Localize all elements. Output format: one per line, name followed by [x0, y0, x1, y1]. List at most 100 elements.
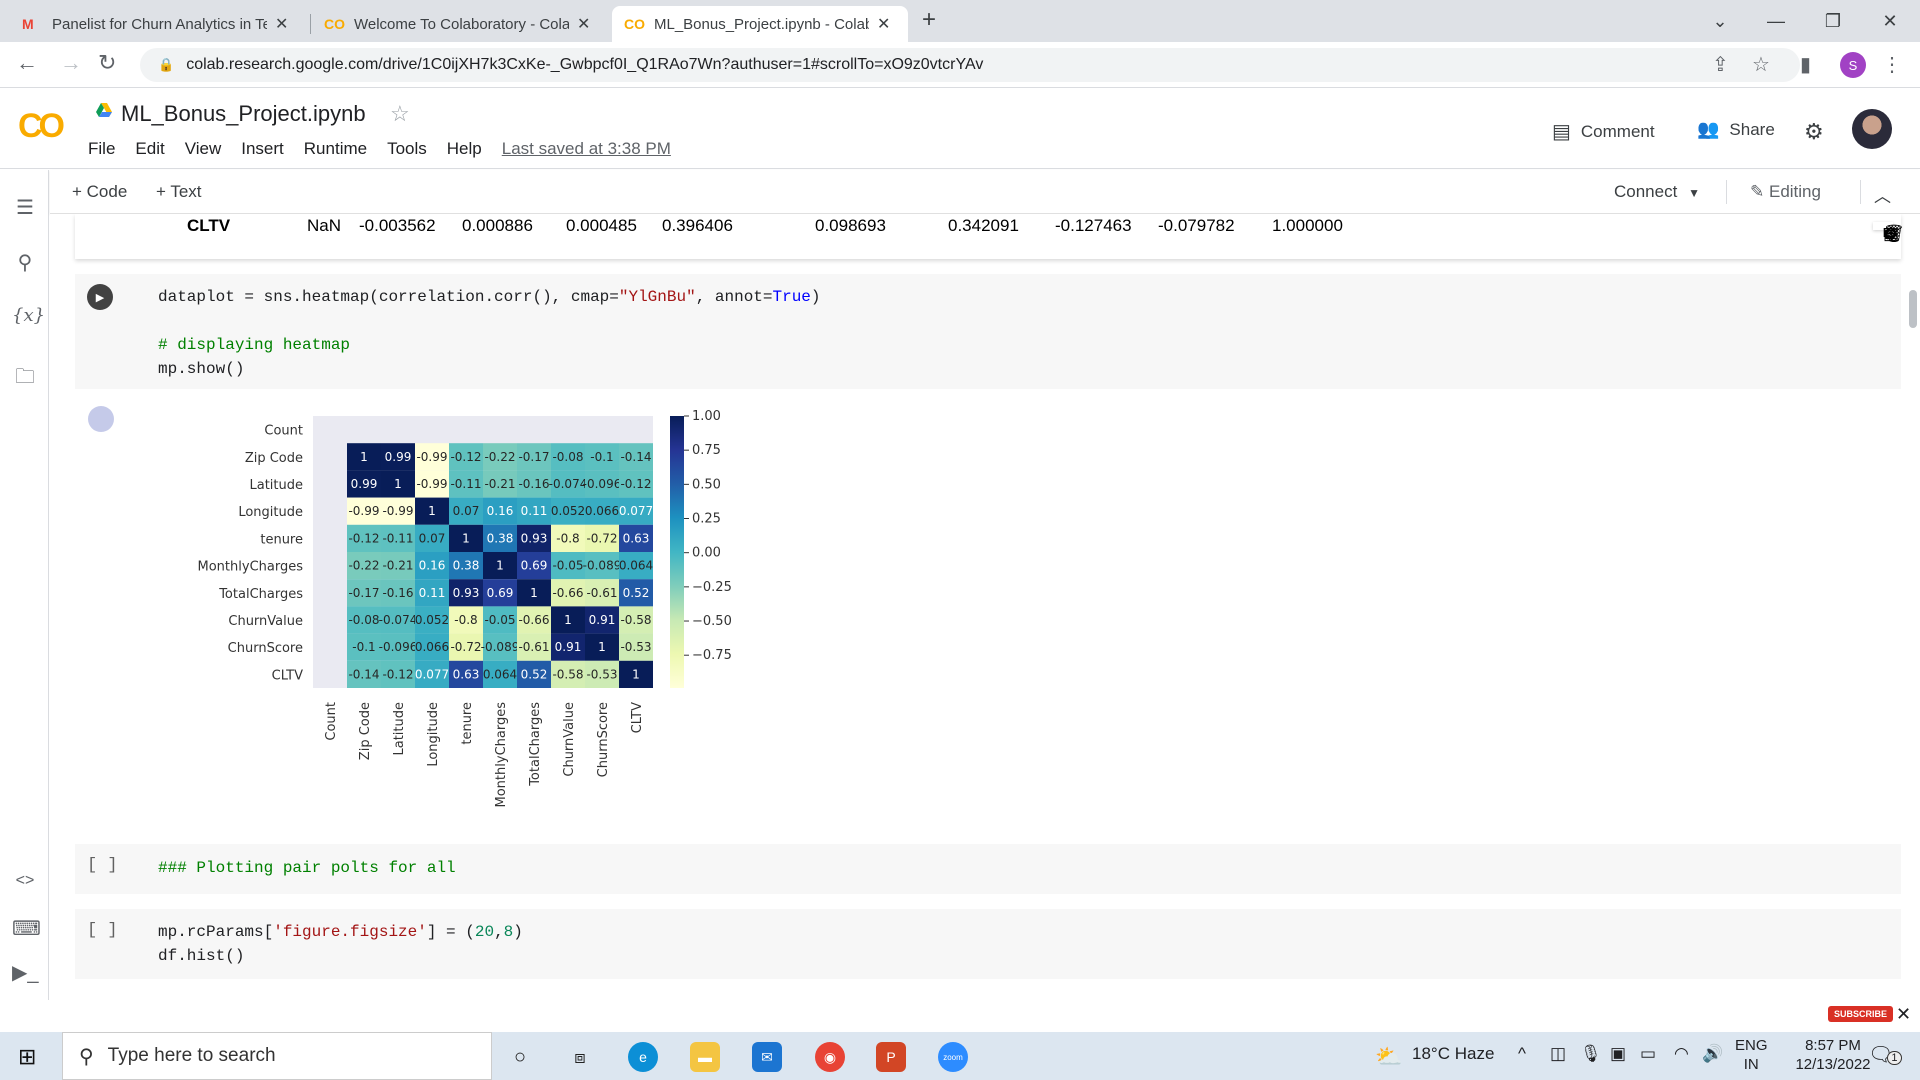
- browser-menu-icon[interactable]: ⋮: [1882, 52, 1902, 77]
- add-code-button[interactable]: + Code: [72, 182, 127, 202]
- more-options-icon[interactable]: ⋮: [1883, 224, 1900, 244]
- code-editor[interactable]: dataplot = sns.heatmap(correlation.corr(…: [158, 285, 821, 381]
- tab-gmail[interactable]: M Panelist for Churn Analytics in Te ✕: [10, 6, 300, 42]
- add-text-button[interactable]: + Text: [156, 182, 202, 202]
- code-editor[interactable]: mp.rcParams['figure.figsize'] = (20,8) d…: [158, 920, 523, 968]
- cortana-icon[interactable]: ○: [505, 1042, 535, 1072]
- search-icon[interactable]: ⚲: [12, 250, 38, 275]
- menu-tools[interactable]: Tools: [387, 139, 427, 159]
- tab-ml-bonus-project[interactable]: CO ML_Bonus_Project.ipynb - Colab ✕: [612, 6, 908, 42]
- reload-button[interactable]: ↻: [98, 50, 116, 76]
- table-of-contents-icon[interactable]: ☰: [12, 195, 38, 220]
- scrollbar-thumb[interactable]: [1909, 290, 1917, 328]
- heatmap-annotation: 1: [394, 477, 402, 491]
- back-button[interactable]: ←: [16, 50, 38, 76]
- close-tab-icon[interactable]: ✕: [275, 14, 288, 34]
- share-page-icon[interactable]: ⇪: [1712, 52, 1729, 77]
- restore-button[interactable]: ❐: [1803, 0, 1863, 42]
- side-panel-icon[interactable]: ▮: [1800, 52, 1811, 77]
- output-actions-icon[interactable]: [88, 406, 114, 432]
- menu-file[interactable]: File: [88, 139, 115, 159]
- close-tab-icon[interactable]: ✕: [877, 14, 890, 34]
- last-saved-link[interactable]: Last saved at 3:38 PM: [502, 139, 671, 159]
- command-palette-icon[interactable]: ⌨: [12, 916, 41, 941]
- code-editor[interactable]: ### Plotting pair polts for all: [158, 856, 456, 880]
- microphone-icon[interactable]: 🎙: [1580, 1044, 1602, 1064]
- clock[interactable]: 8:57 PM 12/13/2022: [1788, 1036, 1878, 1074]
- settings-gear-icon[interactable]: ⚙: [1804, 119, 1824, 145]
- taskbar-search-input[interactable]: ⚲ Type here to search: [62, 1032, 492, 1080]
- input-language[interactable]: ENG IN: [1735, 1036, 1768, 1074]
- code-snippets-icon[interactable]: <>: [12, 872, 38, 890]
- edge-browser-icon[interactable]: e: [628, 1042, 658, 1072]
- heatmap-annotation: 0.52: [521, 667, 548, 681]
- minimize-button[interactable]: —: [1746, 0, 1806, 42]
- y-tick-label: CLTV: [272, 668, 303, 683]
- chevron-down-icon: ⌄: [1712, 10, 1728, 31]
- close-overlay-icon[interactable]: ✕: [1896, 1004, 1911, 1025]
- connect-button[interactable]: Connect ▼: [1614, 182, 1700, 202]
- heatmap-annotation: 0.69: [487, 586, 514, 600]
- subscribe-badge[interactable]: SUBSCRIBE: [1828, 1006, 1894, 1022]
- menu-insert[interactable]: Insert: [241, 139, 284, 159]
- volume-icon[interactable]: 🔊: [1702, 1044, 1723, 1064]
- url-input[interactable]: 🔒 colab.research.google.com/drive/1C0ijX…: [140, 48, 1800, 82]
- weather-text[interactable]: 18°C Haze: [1412, 1044, 1494, 1064]
- close-tab-icon[interactable]: ✕: [577, 14, 590, 34]
- menu-runtime[interactable]: Runtime: [304, 139, 367, 159]
- colorbar: [670, 416, 684, 688]
- wifi-icon[interactable]: ◠: [1674, 1044, 1689, 1064]
- menu-edit[interactable]: Edit: [135, 139, 164, 159]
- user-avatar[interactable]: [1852, 109, 1892, 149]
- battery-icon[interactable]: ▭: [1640, 1044, 1656, 1064]
- chrome-icon[interactable]: ◉: [815, 1042, 845, 1072]
- code-cell-pairplot-comment[interactable]: [ ] ### Plotting pair polts for all: [75, 844, 1901, 894]
- cell-value: -0.003562: [359, 216, 436, 235]
- address-bar-row: ← → ↻ 🔒 colab.research.google.com/drive/…: [0, 42, 1920, 88]
- colab-logo[interactable]: CO: [18, 107, 65, 146]
- notebook-title[interactable]: ML_Bonus_Project.ipynb: [121, 101, 366, 127]
- windows-start-icon[interactable]: ⊞: [18, 1044, 36, 1070]
- folder-icon[interactable]: 🗀: [12, 362, 38, 396]
- cell-toolbar: ↑ ↓ ⊖ ▤ ⚙ ⧉ 🗑 ⋮: [1873, 222, 1905, 243]
- comment-button[interactable]: ▤ Comment: [1552, 119, 1655, 144]
- camera-icon[interactable]: ◫: [1550, 1044, 1566, 1064]
- new-tab-button[interactable]: +: [922, 6, 936, 34]
- x-tick-label: ChurnScore: [596, 702, 611, 777]
- cell-execution-bracket[interactable]: [ ]: [87, 921, 118, 940]
- code-cell-heatmap[interactable]: ▶ dataplot = sns.heatmap(correlation.cor…: [75, 274, 1901, 389]
- file-explorer-icon[interactable]: ▬: [690, 1042, 720, 1072]
- mail-icon[interactable]: ✉: [752, 1042, 782, 1072]
- notification-center-icon[interactable]: 🗨1: [1868, 1042, 1902, 1067]
- menu-help[interactable]: Help: [447, 139, 482, 159]
- close-window-button[interactable]: ✕: [1860, 0, 1920, 42]
- zoom-app-icon[interactable]: zoom: [938, 1042, 968, 1072]
- code-cell-hist[interactable]: [ ] mp.rcParams['figure.figsize'] = (20,…: [75, 909, 1901, 979]
- lock-icon: 🔒: [158, 57, 175, 72]
- heatmap-annotation: 0.11: [419, 586, 446, 600]
- display-icon[interactable]: ▣: [1610, 1044, 1626, 1064]
- share-button[interactable]: 👥 Share: [1697, 119, 1775, 140]
- show-hidden-icons[interactable]: ^: [1518, 1044, 1526, 1064]
- star-notebook-icon[interactable]: ☆: [390, 101, 410, 127]
- notebook-scrollbar[interactable]: [1905, 214, 1920, 1000]
- tab-search-button[interactable]: ⌄: [1690, 0, 1750, 42]
- heatmap-annotation: -0.58: [552, 667, 583, 681]
- cell-execution-bracket[interactable]: [ ]: [87, 856, 118, 875]
- tab-welcome-colab[interactable]: CO Welcome To Colaboratory - Cola ✕: [312, 6, 602, 42]
- terminal-icon[interactable]: ▶_: [12, 960, 39, 985]
- collapse-header-icon[interactable]: ︿: [1874, 182, 1891, 207]
- variables-icon[interactable]: {x}: [12, 305, 45, 326]
- editing-mode-button[interactable]: ✎ Editing: [1750, 182, 1821, 202]
- run-cell-button[interactable]: ▶: [87, 284, 113, 310]
- menu-view[interactable]: View: [185, 139, 222, 159]
- task-view-icon[interactable]: ⧈: [565, 1042, 595, 1072]
- bookmark-star-icon[interactable]: ☆: [1752, 52, 1770, 77]
- forward-button[interactable]: →: [60, 50, 82, 76]
- comment-icon: ▤: [1552, 121, 1571, 143]
- powerpoint-icon[interactable]: P: [876, 1042, 906, 1072]
- browser-profile-avatar[interactable]: S: [1840, 52, 1866, 78]
- heatmap-annotation: -0.21: [484, 477, 515, 491]
- weather-icon[interactable]: ⛅: [1375, 1044, 1402, 1070]
- x-tick-label: Longitude: [426, 702, 441, 767]
